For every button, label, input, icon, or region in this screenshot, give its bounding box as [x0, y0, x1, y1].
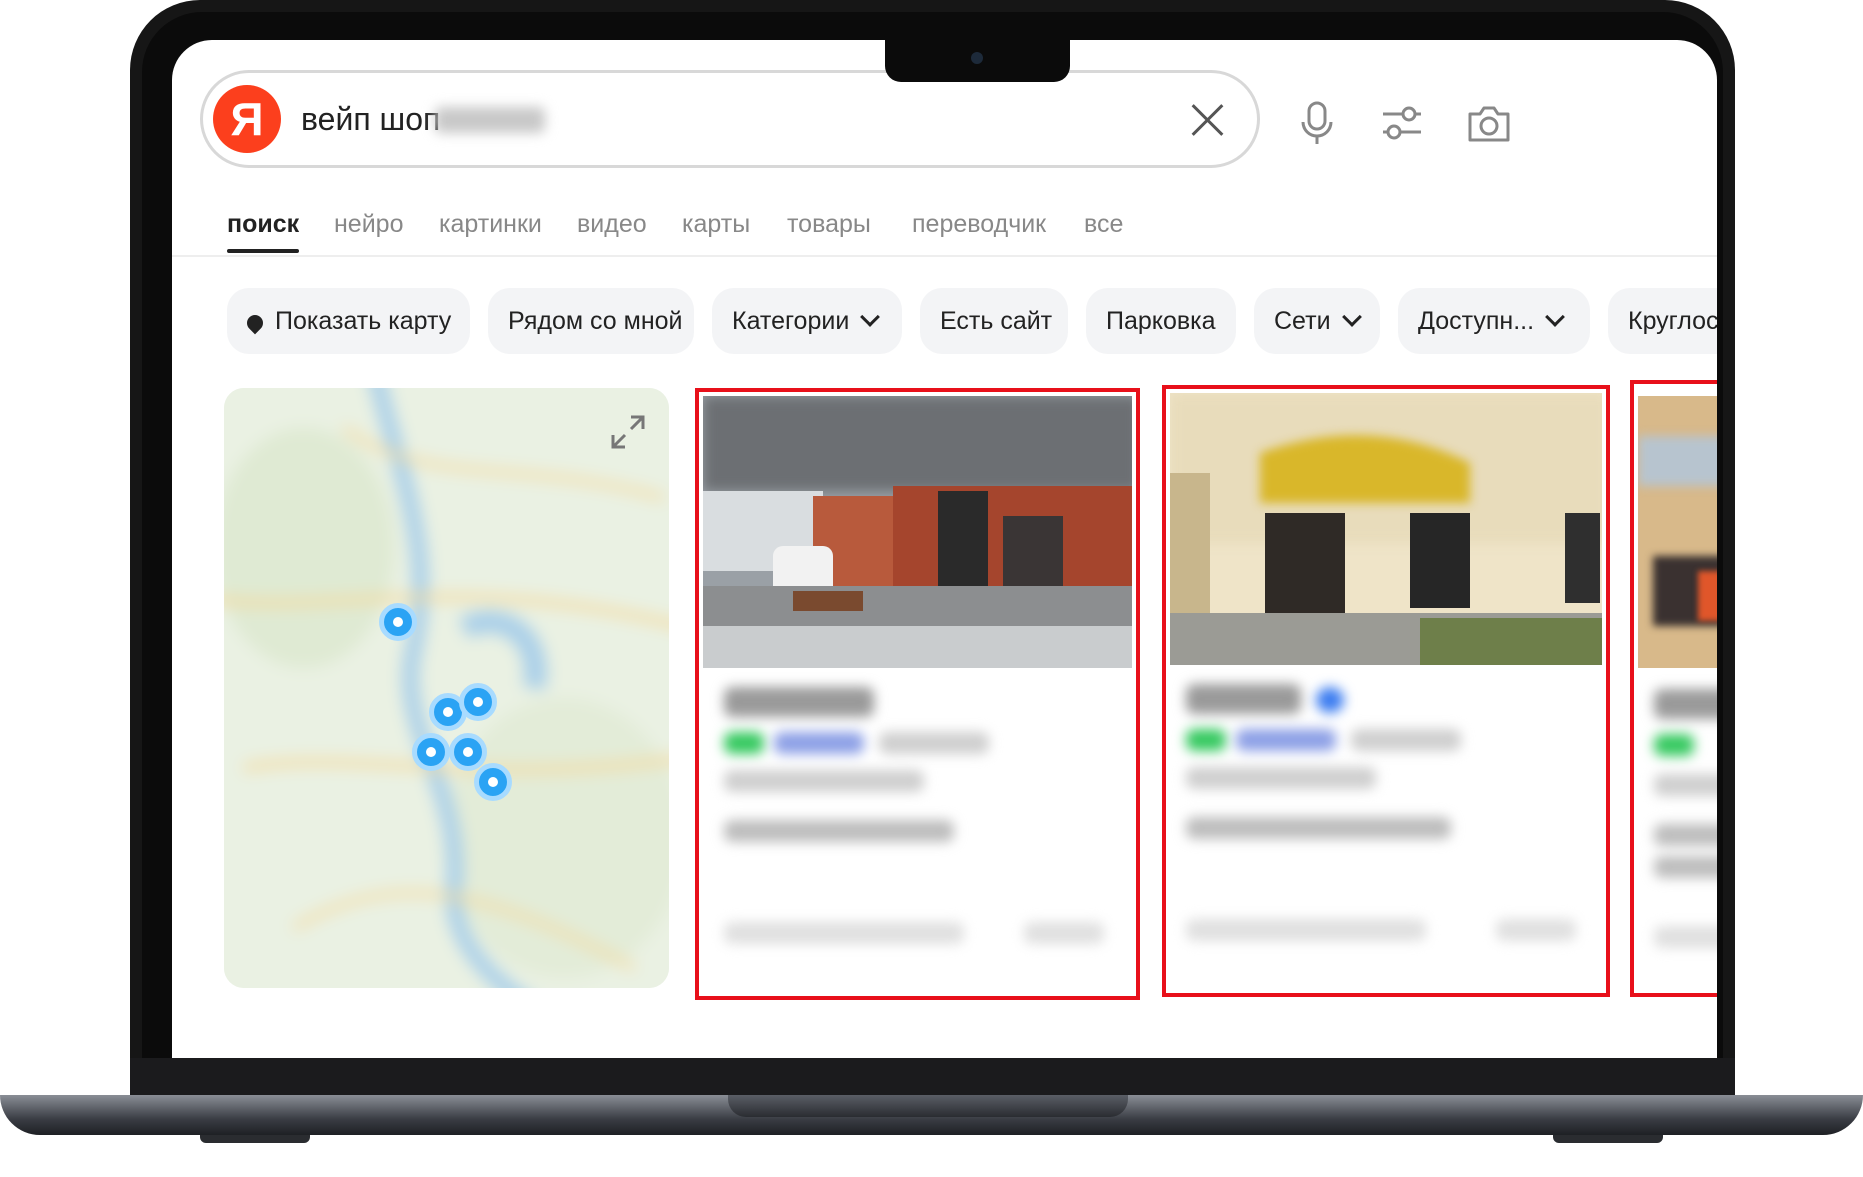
card-photo: [1638, 396, 1717, 668]
chevron-down-icon: [1341, 307, 1362, 327]
blurred-address: [1186, 817, 1451, 839]
blurred-category: [879, 732, 989, 754]
blurred-reviews-link: [774, 732, 864, 754]
chip-near-me[interactable]: Рядом со мной: [488, 288, 694, 354]
chevron-down-icon: [860, 307, 881, 327]
tab-products[interactable]: товары: [787, 210, 871, 239]
chip-show-map[interactable]: Показать карту: [227, 288, 470, 354]
search-bar[interactable]: Я вейп шоп: [200, 70, 1260, 168]
tab-all[interactable]: все: [1084, 210, 1123, 239]
filters-icon[interactable]: [1377, 98, 1427, 148]
blurred-address-line-2: [1654, 856, 1717, 878]
browser-screen: Я вейп шоп поиск нейро картинки видео ка…: [172, 40, 1717, 1070]
blurred-rating-badge: [1654, 734, 1694, 756]
chip-accessible[interactable]: Доступн...: [1398, 288, 1590, 354]
laptop-foot: [1553, 1135, 1663, 1143]
blurred-query-text: [435, 107, 545, 133]
camera-icon[interactable]: [1464, 98, 1514, 148]
tab-images[interactable]: картинки: [439, 210, 542, 239]
laptop-lid: Я вейп шоп поиск нейро картинки видео ка…: [130, 0, 1735, 1095]
microphone-icon[interactable]: [1292, 98, 1342, 148]
laptop-foot: [200, 1135, 310, 1143]
blurred-hours: [1186, 767, 1376, 789]
blurred-title: [724, 687, 874, 717]
card-photo: [1170, 393, 1602, 665]
blurred-phone-button: [724, 922, 964, 944]
blurred-title: [1186, 684, 1301, 714]
chip-label: Сети: [1274, 307, 1331, 335]
blurred-phone-button: [1186, 919, 1426, 941]
webcam-icon: [971, 52, 983, 64]
result-card[interactable]: [1162, 385, 1610, 997]
blurred-category: [1351, 729, 1461, 751]
chip-label: Рядом со мной: [508, 307, 683, 335]
blurred-rating-badge: [1186, 729, 1226, 751]
tab-translator[interactable]: переводчик: [912, 210, 1046, 239]
tab-neuro[interactable]: нейро: [334, 210, 403, 239]
search-input[interactable]: вейп шоп: [301, 101, 440, 138]
blurred-hours: [1654, 774, 1717, 796]
chip-parking[interactable]: Парковка: [1086, 288, 1236, 354]
chip-chains[interactable]: Сети: [1254, 288, 1380, 354]
chip-24h[interactable]: Круглосу: [1608, 288, 1717, 354]
map-preview[interactable]: [224, 388, 669, 988]
map-background: [224, 388, 669, 988]
chip-label: Показать карту: [275, 307, 452, 335]
map-pin[interactable]: [459, 683, 497, 721]
blurred-rating-badge: [724, 732, 764, 754]
chevron-down-icon: [1545, 307, 1565, 327]
storefront-photo: [1638, 396, 1717, 668]
result-card[interactable]: [1630, 380, 1717, 997]
map-pin[interactable]: [412, 733, 450, 771]
expand-map-icon[interactable]: [609, 413, 647, 451]
chip-label: Есть сайт: [940, 307, 1053, 335]
location-pin-icon: [243, 311, 267, 335]
blurred-more-button: [1496, 919, 1576, 941]
chip-label: Категории: [732, 307, 850, 335]
card-photo: [703, 396, 1132, 668]
chip-categories[interactable]: Категории: [712, 288, 902, 354]
blurred-map-tiles: [224, 388, 669, 988]
blurred-more-button: [1024, 922, 1104, 944]
chip-label: Парковка: [1106, 307, 1216, 335]
blurred-phone-button: [1654, 926, 1717, 948]
camera-notch: [885, 40, 1070, 82]
blurred-address: [724, 820, 954, 842]
verified-icon: [1316, 687, 1344, 713]
storefront-photo: [1170, 393, 1602, 665]
tab-maps[interactable]: карты: [682, 210, 750, 239]
header-divider: [172, 255, 1717, 257]
laptop-lid-opener: [728, 1095, 1128, 1117]
yandex-logo[interactable]: Я: [213, 85, 281, 153]
map-pin[interactable]: [379, 603, 417, 641]
chip-label: Круглосу: [1628, 307, 1717, 335]
active-tab-indicator: [227, 249, 299, 253]
map-pin[interactable]: [474, 763, 512, 801]
laptop-bezel: Я вейп шоп поиск нейро картинки видео ка…: [142, 12, 1723, 1095]
blurred-reviews-link: [1236, 729, 1336, 751]
chip-has-site[interactable]: Есть сайт: [920, 288, 1068, 354]
storefront-photo: [703, 396, 1132, 668]
tab-video[interactable]: видео: [577, 210, 647, 239]
tab-search[interactable]: поиск: [227, 210, 299, 239]
close-icon[interactable]: [1188, 101, 1226, 139]
blurred-title: [1654, 689, 1717, 719]
laptop-bottom-bezel: [130, 1058, 1735, 1095]
blurred-address: [1654, 824, 1717, 846]
blurred-hours: [724, 770, 924, 792]
result-card[interactable]: [695, 388, 1140, 1000]
chip-label: Доступн...: [1418, 307, 1535, 335]
map-pin[interactable]: [449, 733, 487, 771]
